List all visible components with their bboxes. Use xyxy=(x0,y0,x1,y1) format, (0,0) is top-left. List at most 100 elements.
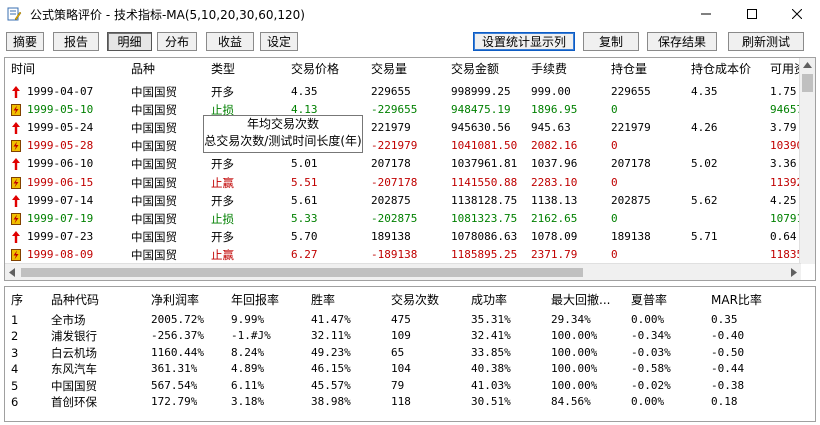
column-header[interactable]: 夏普率 xyxy=(631,289,667,311)
table-cell: 1037.96 xyxy=(531,157,578,171)
table-cell: -0.03% xyxy=(631,345,671,359)
column-header[interactable]: 品种 xyxy=(131,58,155,80)
table-cell: 9.99% xyxy=(231,313,265,326)
maximize-button[interactable] xyxy=(729,0,775,28)
up-arrow-icon xyxy=(12,86,20,98)
table-row[interactable]: 1999-07-23 中国国贸 开多 5.70 189138 1078086.63 1078… xyxy=(5,228,805,246)
scroll-left-icon[interactable] xyxy=(9,268,15,277)
table-cell: 3.18% xyxy=(231,395,265,408)
table-cell: 2 xyxy=(11,329,19,344)
table-cell: 5.02 xyxy=(691,157,718,171)
table-cell: 945.63 xyxy=(531,121,571,135)
minimize-button[interactable] xyxy=(683,0,729,28)
table-cell: -0.38 xyxy=(711,378,745,392)
table-cell: -189138 xyxy=(371,247,418,261)
table-row[interactable]: 1999-05-28 中国国贸 -221979 1041081.50 2082.16 0 1… xyxy=(5,137,805,155)
table-cell: 84.56% xyxy=(551,395,591,408)
table-row[interactable]: 4 东风汽车 361.31% 4.89% 46.15% 104 40.38% 100.00% -… xyxy=(5,361,805,377)
table-cell: 2005.72% xyxy=(151,313,204,326)
column-header[interactable]: 年回报率 xyxy=(231,289,279,311)
table-cell: 46.15% xyxy=(311,362,351,376)
table-cell: 1.75 xyxy=(770,85,797,98)
column-header[interactable]: 可用资 xyxy=(770,58,800,80)
column-header[interactable]: 交易价格 xyxy=(291,58,339,80)
table-cell: 5.71 xyxy=(691,229,718,243)
column-header[interactable]: 胜率 xyxy=(311,289,335,311)
tab-summary[interactable]: 摘要 xyxy=(6,32,44,51)
column-header[interactable]: 手续费 xyxy=(531,58,567,80)
copy-button[interactable]: 复制 xyxy=(583,32,639,51)
scroll-right-icon[interactable] xyxy=(791,268,797,277)
table-cell: 4.25 xyxy=(770,193,797,207)
column-header[interactable]: 时间 xyxy=(11,58,35,80)
table-cell: 945630.56 xyxy=(451,121,511,135)
close-button[interactable] xyxy=(774,0,820,28)
tab-report[interactable]: 报告 xyxy=(53,32,99,51)
table-row[interactable]: 1999-07-14 中国国贸 开多 5.61 202875 1138128.75 1138… xyxy=(5,192,805,210)
table-cell: 1138.13 xyxy=(531,193,578,207)
table-cell: 全市场 xyxy=(51,313,86,327)
table-row[interactable]: 1999-05-10 中国国贸 止损 4.13 -229655 948475.19 1896… xyxy=(5,101,805,119)
tab-detail[interactable]: 明细 xyxy=(107,32,152,51)
table-cell: 东风汽车 xyxy=(51,362,97,377)
summary-table-header: 序 品种代码 净利润率 年回报率 胜率 交易次数 成功率 最大回撤... 夏普率… xyxy=(5,289,805,311)
table-cell: 止赢 xyxy=(211,175,234,190)
refresh-test-button[interactable]: 刷新测试 xyxy=(728,32,804,51)
detail-table[interactable]: 时间 品种 类型 交易价格 交易量 交易金额 手续费 持仓量 持仓成本价 可用资… xyxy=(4,57,816,281)
table-row[interactable]: 1999-06-15 中国国贸 止赢 5.51 -207178 1141550.88 228… xyxy=(5,174,805,192)
table-cell: 首创环保 xyxy=(51,395,97,409)
table-cell: -0.02% xyxy=(631,378,671,392)
table-cell: -221979 xyxy=(371,139,418,153)
table-row[interactable]: 1999-04-07 中国国贸 开多 4.35 229655 998999.25 999.0… xyxy=(5,83,805,101)
tab-profit[interactable]: 收益 xyxy=(206,32,254,51)
summary-table[interactable]: 序 品种代码 净利润率 年回报率 胜率 交易次数 成功率 最大回撤... 夏普率… xyxy=(4,286,816,422)
table-cell: 4.89% xyxy=(231,362,265,376)
column-header[interactable]: 最大回撤... xyxy=(551,289,610,311)
column-header[interactable]: 净利润率 xyxy=(151,289,199,311)
table-row[interactable]: 1999-08-09 中国国贸 止赢 6.27 -189138 1185895.25 237… xyxy=(5,246,805,264)
detail-table-header: 时间 品种 类型 交易价格 交易量 交易金额 手续费 持仓量 持仓成本价 可用资 xyxy=(5,58,805,80)
save-results-button[interactable]: 保存结果 xyxy=(647,32,717,51)
tab-distribution[interactable]: 分布 xyxy=(157,32,197,51)
table-cell: 221979 xyxy=(371,121,411,135)
column-header[interactable]: 序 xyxy=(11,289,23,311)
horizontal-scroll-thumb[interactable] xyxy=(21,268,583,277)
column-header[interactable]: 交易金额 xyxy=(451,58,499,80)
table-row[interactable]: 6 首创环保 172.79% 3.18% 38.98% 118 30.51% 84.56% 0.… xyxy=(5,394,805,410)
column-header[interactable]: 交易次数 xyxy=(391,289,439,311)
table-cell: 8.24% xyxy=(231,345,265,359)
column-header[interactable]: 品种代码 xyxy=(51,289,99,311)
table-row[interactable]: 1999-06-10 中国国贸 开多 5.01 207178 1037961.81 1037… xyxy=(5,155,805,173)
lightning-icon xyxy=(11,104,21,117)
vertical-scroll-thumb[interactable] xyxy=(802,74,813,92)
table-row[interactable]: 1999-05-24中国国贸开多221979945630.56945.63221… xyxy=(5,119,805,137)
column-header[interactable]: 类型 xyxy=(211,58,235,80)
table-row[interactable]: 5 中国国贸 567.54% 6.11% 45.57% 79 41.03% 100.00% -0… xyxy=(5,378,805,394)
scroll-up-icon[interactable] xyxy=(803,62,812,68)
table-cell: 229655 xyxy=(371,85,411,98)
vertical-scrollbar[interactable] xyxy=(799,58,815,264)
table-cell: 100.00% xyxy=(551,378,598,392)
column-header[interactable]: MAR比率 xyxy=(711,289,762,311)
table-cell: -0.44 xyxy=(711,362,745,376)
horizontal-scrollbar[interactable] xyxy=(5,263,801,280)
up-arrow-icon xyxy=(12,122,20,135)
table-cell: 2082.16 xyxy=(531,139,578,153)
table-row[interactable]: 2 浦发银行 -256.37% -1.#J% 32.11% 109 32.41% 100.00… xyxy=(5,328,805,344)
table-row[interactable]: 3 白云机场 1160.44% 8.24% 49.23% 65 33.85% 100.00% -… xyxy=(5,345,805,361)
table-row[interactable]: 1999-07-19 中国国贸 止损 5.33 -202875 1081323.75 216… xyxy=(5,210,805,228)
table-cell: 118 xyxy=(391,395,411,408)
table-cell: 29.34% xyxy=(551,313,591,326)
table-cell: 94657 xyxy=(770,103,800,117)
tab-settings[interactable]: 设定 xyxy=(260,32,298,51)
table-cell: -0.58% xyxy=(631,362,671,376)
column-header[interactable]: 交易量 xyxy=(371,58,407,80)
table-cell: 189138 xyxy=(611,229,651,243)
column-header[interactable]: 持仓成本价 xyxy=(691,58,751,80)
column-header[interactable]: 持仓量 xyxy=(611,58,647,80)
table-cell: 1999-05-28 xyxy=(27,139,94,153)
set-columns-button[interactable]: 设置统计显示列 xyxy=(473,32,575,51)
table-cell: 38.98% xyxy=(311,395,351,408)
column-header[interactable]: 成功率 xyxy=(471,289,507,311)
table-row[interactable]: 1 全市场 2005.72% 9.99% 41.47% 475 35.31% 29.34% 0.… xyxy=(5,312,805,328)
